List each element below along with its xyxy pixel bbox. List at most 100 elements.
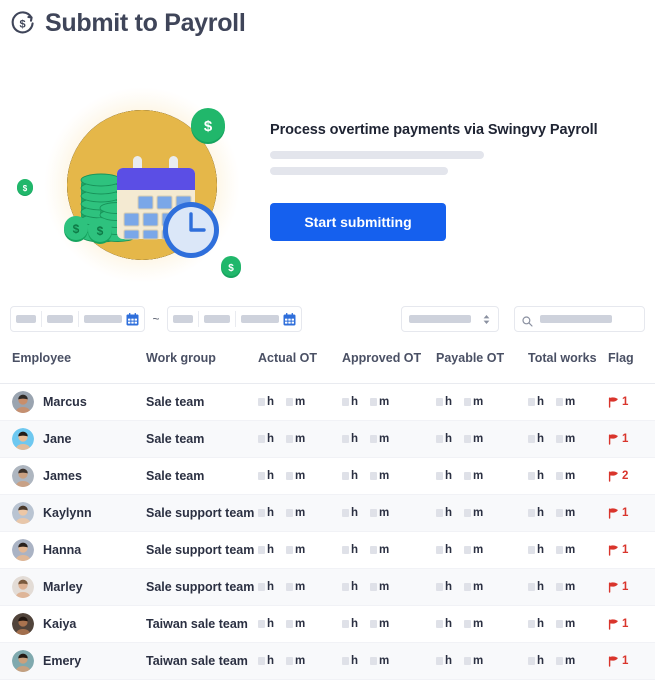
payable-ot-value-minutes-skeleton — [464, 509, 472, 517]
calendar-icon[interactable] — [126, 312, 139, 326]
svg-text:$: $ — [20, 18, 26, 30]
actual-ot-value-minutes-skeleton — [286, 546, 294, 554]
actual-ot-value: hm — [258, 470, 342, 482]
date-to-input[interactable] — [167, 306, 302, 332]
column-header-employee[interactable]: Employee — [0, 343, 146, 384]
date-from-input[interactable] — [10, 306, 145, 332]
status-select[interactable] — [401, 306, 499, 332]
approved-ot-value-hours-skeleton — [342, 620, 349, 628]
hero-heading: Process overtime payments via Swingvy Pa… — [270, 122, 598, 138]
column-header-work-group[interactable]: Work group — [146, 343, 258, 384]
cell-payable-ot: hm — [436, 605, 528, 643]
cell-employee[interactable]: Kaylynn — [0, 494, 146, 532]
approved-ot-value-minutes-unit: m — [379, 655, 390, 667]
total-works-value-hours-skeleton — [528, 546, 535, 554]
actual-ot-value-minutes-unit: m — [295, 396, 306, 408]
start-submitting-button[interactable]: Start submitting — [270, 203, 446, 241]
total-works-value-minutes-skeleton — [556, 509, 564, 517]
payable-ot-value-hours-unit: h — [445, 507, 453, 519]
column-header-total-works[interactable]: Total works — [528, 343, 608, 384]
table-row[interactable]: Marley Sale support team h m h m h m h m 1 — [0, 568, 655, 606]
table-row[interactable]: Marcus Sale team h m h m h m h m 1 — [0, 383, 655, 421]
actual-ot-value-hours-skeleton — [258, 472, 265, 480]
approved-ot-value-minutes-unit: m — [379, 507, 390, 519]
total-works-value-minutes-skeleton — [556, 657, 564, 665]
employee-name: James — [43, 469, 82, 483]
cell-total-works: hm — [528, 568, 608, 606]
total-works-value-minutes-unit: m — [565, 470, 576, 482]
actual-ot-value-minutes-unit: m — [295, 655, 306, 667]
approved-ot-value: hm — [342, 544, 436, 556]
hero-skeleton-line-2 — [270, 167, 448, 175]
total-works-value-minutes-skeleton — [556, 583, 564, 591]
cell-payable-ot: hm — [436, 494, 528, 532]
date-divider — [41, 311, 42, 327]
calendar-icon[interactable] — [283, 312, 296, 326]
stepper-updown-icon[interactable] — [482, 313, 491, 326]
actual-ot-value-minutes-skeleton — [286, 472, 294, 480]
cell-flag[interactable]: 1 — [608, 531, 655, 569]
approved-ot-value: hm — [342, 655, 436, 667]
table-row[interactable]: Hanna Sale support team h m h m h m h m 1 — [0, 531, 655, 569]
cell-employee[interactable]: James — [0, 457, 146, 495]
payable-ot-value-hours-skeleton — [436, 398, 443, 406]
table-row[interactable]: Kaiya Taiwan sale team h m h m h m h m 1 — [0, 605, 655, 643]
cell-employee[interactable]: Marcus — [0, 383, 146, 421]
total-works-value-hours-unit: h — [537, 507, 545, 519]
approved-ot-value-minutes-unit: m — [379, 396, 390, 408]
cell-employee[interactable]: Emery — [0, 642, 146, 680]
date-to-segment-month — [204, 315, 230, 323]
cell-actual-ot: hm — [258, 383, 342, 421]
table-row[interactable]: Jane Sale team h m h m h m h m 1 — [0, 420, 655, 458]
flag-icon — [608, 470, 619, 482]
actual-ot-value-hours-unit: h — [267, 470, 275, 482]
cell-payable-ot: hm — [436, 568, 528, 606]
cell-employee[interactable]: Hanna — [0, 531, 146, 569]
table-row[interactable]: Emery Taiwan sale team h m h m h m h m 1 — [0, 642, 655, 680]
cell-employee[interactable]: Kaiya — [0, 605, 146, 643]
approved-ot-value-hours-skeleton — [342, 583, 349, 591]
total-works-value-hours-unit: h — [537, 396, 545, 408]
cell-flag[interactable]: 1 — [608, 494, 655, 532]
table-row[interactable]: Kaylynn Sale support team h m h m h m h m 1 — [0, 494, 655, 532]
cell-work-group: Sale support team — [146, 531, 258, 569]
column-header-flag[interactable]: Flag — [608, 343, 655, 384]
actual-ot-value-hours-skeleton — [258, 398, 265, 406]
cell-actual-ot: hm — [258, 457, 342, 495]
cell-employee[interactable]: Jane — [0, 420, 146, 458]
column-header-approved-ot[interactable]: Approved OT — [342, 343, 436, 384]
cell-actual-ot: hm — [258, 420, 342, 458]
cell-flag[interactable]: 2 — [608, 457, 655, 495]
cell-flag[interactable]: 1 — [608, 420, 655, 458]
actual-ot-value-minutes-skeleton — [286, 509, 294, 517]
cell-total-works: hm — [528, 383, 608, 421]
cell-flag[interactable]: 1 — [608, 605, 655, 643]
cell-flag[interactable]: 1 — [608, 642, 655, 680]
actual-ot-value-minutes-skeleton — [286, 657, 294, 665]
total-works-value-hours-skeleton — [528, 398, 535, 406]
cell-flag[interactable]: 1 — [608, 383, 655, 421]
approved-ot-value-hours-skeleton — [342, 398, 349, 406]
column-header-payable-ot[interactable]: Payable OT — [436, 343, 528, 384]
payable-ot-value-minutes-skeleton — [464, 435, 472, 443]
work-group-name: Taiwan sale team — [146, 654, 248, 668]
search-input[interactable] — [514, 306, 645, 332]
dollar-refresh-icon: $ — [10, 10, 36, 36]
date-to-segment-day — [173, 315, 193, 323]
payable-ot-value: hm — [436, 433, 528, 445]
table-row[interactable]: James Sale team h m h m h m h m 2 — [0, 457, 655, 495]
total-works-value-hours-unit: h — [537, 544, 545, 556]
cell-actual-ot: hm — [258, 568, 342, 606]
actual-ot-value-hours-skeleton — [258, 583, 265, 591]
date-from-segment-year — [84, 315, 122, 323]
approved-ot-value-minutes-unit: m — [379, 544, 390, 556]
cell-flag[interactable]: 1 — [608, 568, 655, 606]
cell-employee[interactable]: Marley — [0, 568, 146, 606]
table-header: Employee Work group Actual OT Approved O… — [0, 343, 655, 384]
cell-payable-ot: hm — [436, 420, 528, 458]
column-header-actual-ot[interactable]: Actual OT — [258, 343, 342, 384]
payable-ot-value-hours-unit: h — [445, 470, 453, 482]
cell-payable-ot: hm — [436, 457, 528, 495]
approved-ot-value-minutes-skeleton — [370, 509, 378, 517]
actual-ot-value-minutes-unit: m — [295, 581, 306, 593]
